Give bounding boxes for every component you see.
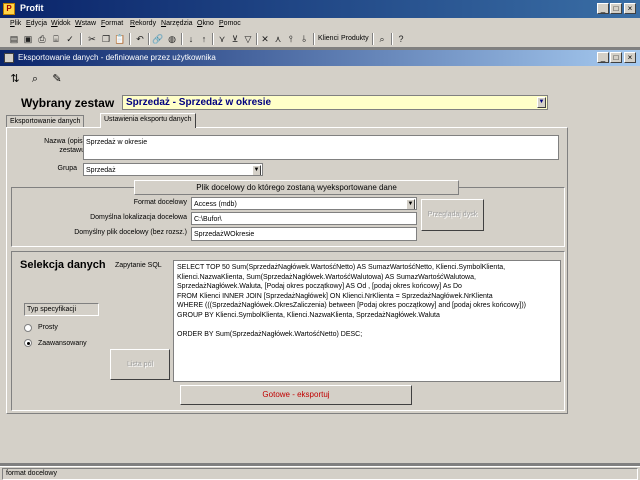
set-heading: Wybrany zestaw xyxy=(21,96,115,110)
child-close-icon[interactable]: × xyxy=(624,52,636,63)
menu-narzedzia[interactable]: Narzędzia xyxy=(161,20,193,27)
chevron-down-icon[interactable]: ▼ xyxy=(252,165,261,175)
location-label: Domyślna lokalizacja docelowa xyxy=(90,214,187,221)
clients-button[interactable]: Klienci xyxy=(318,35,339,42)
spelling-icon[interactable]: ✓ xyxy=(64,33,76,45)
target-file-header: Plik docelowy do którego zostaną wyekspo… xyxy=(134,180,459,195)
remove-filter-icon[interactable]: ✕ xyxy=(259,33,271,45)
toolbar-separator xyxy=(372,33,374,45)
toolbar-separator xyxy=(391,33,393,45)
export-config-icon[interactable]: ⇅ xyxy=(6,70,24,88)
radio-selected-dot xyxy=(27,342,30,345)
file-label: Domyślny plik docelowy (bez rozsz.) xyxy=(74,229,187,236)
form-icon xyxy=(4,53,14,63)
print-icon[interactable]: ⌸ xyxy=(50,33,62,45)
field-list-button[interactable]: Lista pól xyxy=(110,349,170,380)
export-button[interactable]: Gotowe - eksportuj xyxy=(180,385,412,405)
sql-query-textarea[interactable]: SELECT TOP 50 Sum(SprzedażNagłówek.Warto… xyxy=(173,260,561,382)
radio-advanced-label: Zaawansowany xyxy=(38,340,87,347)
hyperlink-icon[interactable]: 🔗 xyxy=(152,33,164,45)
group-combo[interactable]: Sprzedaż ▼ xyxy=(83,163,263,176)
chevron-down-icon[interactable]: ▼ xyxy=(537,97,546,108)
form-client-area: ⇅ ⌕ ✎ Wybrany zestaw Sprzedaż - Sprzedaż… xyxy=(0,66,640,463)
search-icon[interactable]: ⌕ xyxy=(26,70,44,88)
browse-button[interactable]: Przeglądaj dysk xyxy=(421,199,484,231)
spec-type-label: Typ specyfikacji xyxy=(24,303,99,316)
toolbar-separator xyxy=(212,33,214,45)
radio-simple-label: Prosty xyxy=(38,324,58,331)
sort-descending-icon[interactable]: ↑ xyxy=(198,33,210,45)
maximize-icon[interactable]: □ xyxy=(610,3,622,14)
copy-icon[interactable]: ❐ xyxy=(100,33,112,45)
close-icon[interactable]: × xyxy=(624,3,636,14)
status-text: format docelowy xyxy=(2,468,638,480)
set-value: Sprzedaż - Sprzedaż w okresie xyxy=(126,97,272,108)
toolbar-separator xyxy=(148,33,150,45)
child-maximize-icon[interactable]: □ xyxy=(610,52,622,63)
toolbar-separator xyxy=(313,33,315,45)
name-field[interactable]: Sprzedaż w okresie xyxy=(83,135,559,160)
format-label: Format docelowy xyxy=(133,199,187,206)
settings-panel: Nazwa (opis) zestawu Sprzedaż w okresie … xyxy=(6,127,568,414)
design-view-icon[interactable]: ▤ xyxy=(8,33,20,45)
radio-simple[interactable] xyxy=(24,324,32,332)
cut-icon[interactable]: ✂ xyxy=(86,33,98,45)
filter-edit-icon[interactable]: ⫯ xyxy=(285,33,297,45)
menu-bar: Plik Edycja Widok Wstaw Format Rekordy N… xyxy=(0,18,640,31)
menu-wstaw[interactable]: Wstaw xyxy=(75,20,96,27)
group-label: Grupa xyxy=(57,165,77,172)
toolbar-separator xyxy=(80,33,82,45)
location-field[interactable]: C:\Bufor\ xyxy=(191,212,417,225)
undo-icon[interactable]: ↶ xyxy=(134,33,146,45)
radio-advanced[interactable] xyxy=(24,339,32,347)
menu-pomoc[interactable]: Pomoc xyxy=(219,20,241,27)
set-combo[interactable]: Sprzedaż - Sprzedaż w okresie ▼ xyxy=(122,95,548,110)
file-field[interactable]: SprzedażWOkresie xyxy=(191,227,417,241)
toolbar-separator xyxy=(181,33,183,45)
filter-clear-icon[interactable]: ⋏ xyxy=(272,33,284,45)
find-icon[interactable]: ⌕ xyxy=(376,33,388,45)
menu-widok[interactable]: Widok xyxy=(51,20,70,27)
apply-filter-icon[interactable]: ▽ xyxy=(242,33,254,45)
chevron-down-icon[interactable]: ▼ xyxy=(406,199,415,209)
selection-heading: Selekcja danych xyxy=(20,259,106,271)
tab-export-settings[interactable]: Ustawienia eksportu danych xyxy=(100,113,196,128)
app-logo-icon: P xyxy=(3,3,15,15)
filter-by-form-icon[interactable]: ⊻ xyxy=(229,33,241,45)
menu-okno[interactable]: Okno xyxy=(197,20,214,27)
toolbar-separator xyxy=(129,33,131,45)
menu-rekordy[interactable]: Rekordy xyxy=(130,20,156,27)
toolbar-separator xyxy=(256,33,258,45)
paste-icon[interactable]: 📋 xyxy=(114,33,126,45)
name-label: Nazwa (opis) zestawu xyxy=(44,138,85,154)
web-icon[interactable]: ◍ xyxy=(166,33,178,45)
filter-options-icon[interactable]: ⫰ xyxy=(298,33,310,45)
child-window-title-bar: Eksportowanie danych - definiowane przez… xyxy=(0,50,640,66)
products-button[interactable]: Produkty xyxy=(341,35,369,42)
query-label: Zapytanie SQL xyxy=(115,262,162,269)
status-bar: format docelowy xyxy=(0,466,640,480)
child-minimize-icon[interactable]: _ xyxy=(597,52,609,63)
edit-icon[interactable]: ✎ xyxy=(48,70,66,88)
menu-edycja[interactable]: Edycja xyxy=(26,20,47,27)
format-value: Access (mdb) xyxy=(194,201,237,208)
menu-plik[interactable]: Plik xyxy=(10,20,21,27)
app-title-bar: P Profit _ □ × xyxy=(0,0,640,18)
child-window-title: Eksportowanie danych - definiowane przez… xyxy=(18,53,216,62)
help-icon[interactable]: ? xyxy=(395,33,407,45)
sort-ascending-icon[interactable]: ↓ xyxy=(185,33,197,45)
app-title: Profit xyxy=(20,3,44,13)
format-combo[interactable]: Access (mdb) ▼ xyxy=(191,197,417,210)
minimize-icon[interactable]: _ xyxy=(597,3,609,14)
print-preview-icon[interactable]: ⎙ xyxy=(36,33,48,45)
menu-format[interactable]: Format xyxy=(101,20,123,27)
main-toolbar: ▤ ▣ ⎙ ⌸ ✓ ✂ ❐ 📋 ↶ 🔗 ◍ ↓ ↑ ⋎ ⊻ ▽ ✕ ⋏ ⫯ ⫰ … xyxy=(0,31,640,48)
group-value: Sprzedaż xyxy=(86,167,116,174)
save-icon[interactable]: ▣ xyxy=(22,33,34,45)
filter-by-selection-icon[interactable]: ⋎ xyxy=(216,33,228,45)
